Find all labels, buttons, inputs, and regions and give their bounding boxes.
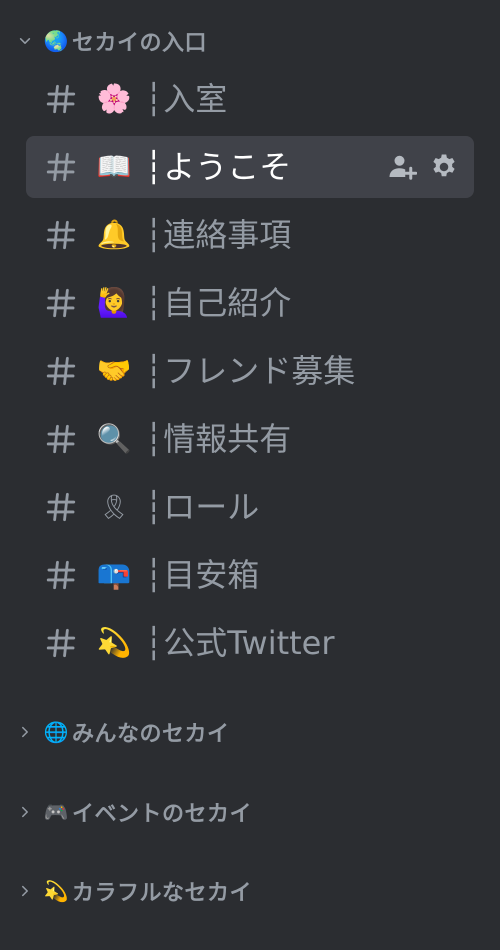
hash-icon: [42, 555, 80, 595]
cherry-blossom-icon: 🌸: [96, 82, 132, 115]
add-member-icon[interactable]: [386, 151, 418, 183]
gear-icon[interactable]: [428, 151, 460, 183]
category-label: セカイの入口: [72, 31, 208, 56]
hash-icon: [42, 283, 80, 323]
channel-item-entrance[interactable]: 🌸 ┆入室: [26, 68, 474, 130]
globe-meridians-icon: 🌐: [43, 720, 69, 744]
chevron-down-icon: [17, 33, 33, 49]
globe-icon: 🌏: [43, 29, 69, 53]
channel-item-announcements[interactable]: 🔔 ┆連絡事項: [26, 204, 474, 266]
hash-icon: [42, 147, 80, 187]
channel-label: ┆公式Twitter: [144, 624, 335, 662]
channel-label: ┆情報共有: [144, 420, 292, 458]
channel-label: ┆フレンド募集: [144, 352, 356, 390]
channel-item-official-twitter[interactable]: 💫 ┆公式Twitter: [26, 612, 474, 674]
channel-item-introductions[interactable]: 🙋‍♀️ ┆自己紹介: [26, 272, 474, 334]
open-book-icon: 📖: [96, 150, 132, 183]
channel-label: ┆目安箱: [144, 556, 260, 594]
hash-icon: [42, 623, 80, 663]
hash-icon: [42, 419, 80, 459]
chevron-right-icon: [17, 804, 33, 820]
channel-item-suggestion-box[interactable]: 📪 ┆目安箱: [26, 544, 474, 606]
channel-label: ┆ロール: [144, 488, 260, 526]
hash-icon: [42, 215, 80, 255]
ribbon-icon: 🎗: [98, 493, 130, 521]
category-label: イベントのセカイ: [72, 802, 253, 827]
channel-actions: [386, 151, 460, 183]
chevron-right-icon: [17, 724, 33, 740]
channel-label: ┆入室: [144, 80, 228, 118]
hash-icon: [42, 487, 80, 527]
dizzy-icon: 💫: [96, 626, 132, 659]
magnifying-glass-icon: 🔍: [96, 422, 132, 455]
category-everyones-sekai[interactable]: 🌐 みんなのセカイ: [0, 712, 500, 752]
category-event-sekai[interactable]: 🎮 イベントのセカイ: [0, 792, 500, 832]
category-sekai-entrance[interactable]: 🌏 セカイの入口: [0, 21, 500, 61]
channel-item-info-sharing[interactable]: 🔍 ┆情報共有: [26, 408, 474, 470]
category-colorful-sekai[interactable]: 💫 カラフルなセカイ: [0, 871, 500, 911]
channel-item-friend-recruit[interactable]: 🤝 ┆フレンド募集: [26, 340, 474, 402]
channel-label: ┆ようこそ: [144, 148, 292, 186]
bell-icon: 🔔: [96, 218, 132, 251]
channel-item-welcome[interactable]: 📖 ┆ようこそ: [26, 136, 474, 198]
handshake-icon: 🤝: [96, 354, 132, 387]
channel-item-roles[interactable]: 🎗 ┆ロール: [26, 476, 474, 538]
dizzy-icon: 💫: [43, 879, 69, 903]
hash-icon: [42, 79, 80, 119]
channel-label: ┆連絡事項: [144, 216, 292, 254]
game-controller-icon: 🎮: [43, 800, 69, 824]
mailbox-icon: 📪: [96, 558, 132, 591]
hash-icon: [42, 351, 80, 391]
category-label: みんなのセカイ: [72, 722, 230, 747]
category-label: カラフルなセカイ: [72, 881, 253, 906]
raising-hand-icon: 🙋‍♀️: [96, 286, 132, 319]
chevron-right-icon: [17, 883, 33, 899]
channel-label: ┆自己紹介: [144, 284, 292, 322]
